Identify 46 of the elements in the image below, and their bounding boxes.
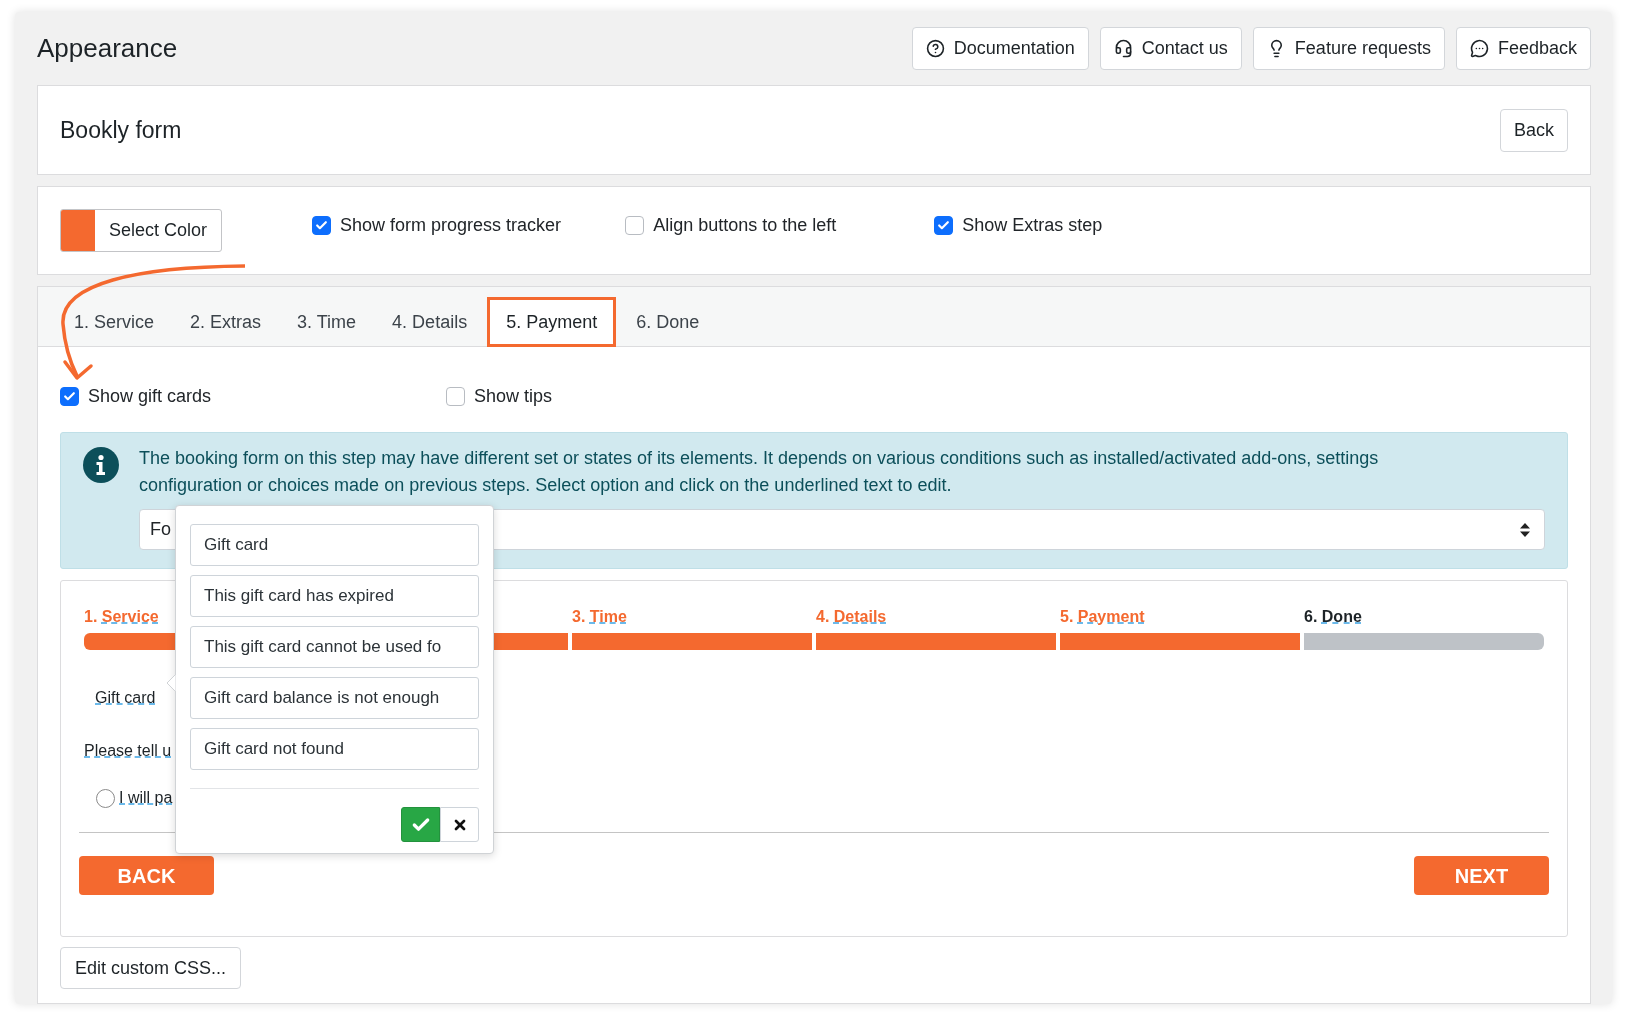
help-icon <box>925 39 945 58</box>
text-input-field[interactable]: Gift card not found <box>190 728 479 770</box>
checkbox-label: Show tips <box>474 385 553 408</box>
gift-card-label[interactable]: Gift card <box>95 689 156 706</box>
checkmark-icon <box>315 219 329 232</box>
headset-icon <box>1113 39 1133 58</box>
edit-css-button[interactable]: Edit custom CSS... <box>60 947 242 989</box>
tab[interactable]: 6. Done <box>620 297 716 347</box>
header-button[interactable]: Feature requests <box>1252 27 1445 70</box>
header-button[interactable]: Documentation <box>911 27 1089 70</box>
tab[interactable]: 1. Service <box>58 297 171 347</box>
text-input-field[interactable]: Gift card balance is not enough <box>190 677 479 719</box>
radio-label[interactable]: I will pa <box>119 786 173 810</box>
checkbox[interactable] <box>312 216 332 235</box>
checkbox[interactable] <box>934 216 954 235</box>
header-button[interactable]: Feedback <box>1455 27 1591 70</box>
tab[interactable]: 4. Details <box>376 297 484 347</box>
back-button[interactable]: Back <box>1499 108 1568 152</box>
chat-bubble-icon <box>1469 39 1489 58</box>
tab[interactable]: 3. Time <box>281 297 373 347</box>
checkbox-label: Show gift cards <box>88 385 212 408</box>
text-input-field[interactable]: Gift card <box>190 524 479 566</box>
text-input-field[interactable]: This gift card has expired <box>190 575 479 617</box>
tab[interactable]: 2. Extras <box>174 297 278 347</box>
info-text: The booking form on this step may have different set or states of its elements. It depends on various conditions such as installed/activated add-ons, settings configuration or choices made on previous steps. Select option and click on the underlined text to edit. <box>139 447 1380 497</box>
info-icon <box>83 447 119 483</box>
checkbox-label: Show Extras step <box>962 214 1103 237</box>
cancel-button[interactable] <box>440 807 479 842</box>
radio-button[interactable] <box>96 788 115 808</box>
page-title: Appearance <box>37 32 178 65</box>
header-button[interactable]: Contact us <box>1099 27 1242 70</box>
text-input-field[interactable]: This gift card cannot be used fo <box>190 626 479 668</box>
checkmark-icon <box>937 219 951 232</box>
checkbox[interactable] <box>446 387 465 406</box>
checkbox-label: Align buttons to the left <box>653 214 837 237</box>
select-color-button[interactable]: Select Color <box>60 209 223 252</box>
question-text[interactable]: Please tell u <box>84 742 172 759</box>
confirm-button[interactable] <box>401 807 440 842</box>
checkbox-label: Show form progress tracker <box>340 214 562 237</box>
checkmark-icon <box>63 390 76 403</box>
sort-arrows-icon <box>1520 522 1530 537</box>
tab[interactable]: 5. Payment <box>487 297 617 347</box>
step-label[interactable]: 6. Done <box>1304 608 1362 625</box>
card-title: Bookly form <box>60 115 182 145</box>
checkbox[interactable] <box>625 216 645 235</box>
checkbox[interactable] <box>60 387 79 406</box>
